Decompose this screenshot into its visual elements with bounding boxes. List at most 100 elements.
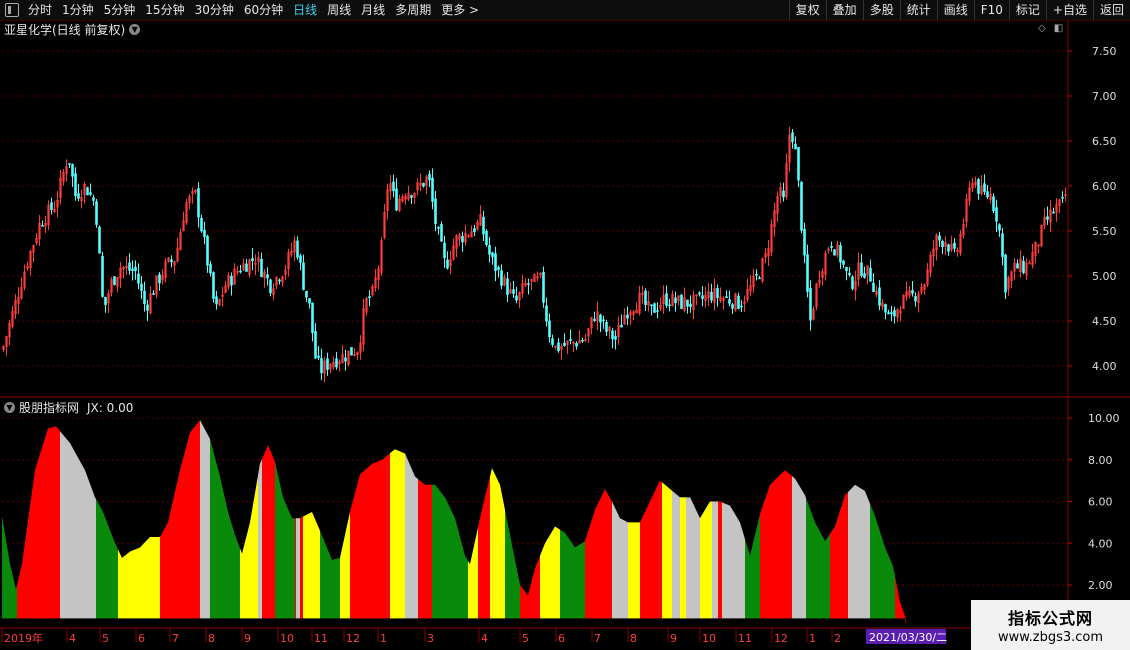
candle-body <box>728 299 731 304</box>
candle-body <box>938 235 941 241</box>
date-tick-label: 10 <box>702 632 716 645</box>
candle-body <box>428 173 431 181</box>
candle-body <box>266 274 269 279</box>
candle-body <box>548 320 551 338</box>
indicator-segment <box>17 426 60 619</box>
candle-body <box>146 304 149 311</box>
indicator-segment <box>662 482 672 619</box>
candle-body <box>563 342 566 346</box>
candle-body <box>41 225 44 227</box>
candle-body <box>545 305 548 322</box>
indicator-segment <box>478 476 490 619</box>
candle-body <box>368 296 371 299</box>
candle-body <box>569 339 572 341</box>
date-tick-label: 11 <box>314 632 328 645</box>
candle-body <box>308 298 311 304</box>
date-tick-label: 10 <box>280 632 294 645</box>
candle-body <box>101 255 104 297</box>
candle-body <box>644 290 647 305</box>
candle-body <box>731 304 734 309</box>
price-tick-label: 7.50 <box>1092 45 1117 58</box>
indicator-segment <box>96 499 118 619</box>
candle-body <box>278 279 281 282</box>
candle-body <box>431 177 434 202</box>
candle-body <box>794 143 797 150</box>
candle-body <box>890 312 893 315</box>
candle-body <box>791 132 794 143</box>
date-tick-label: 7 <box>172 632 179 645</box>
candle-body <box>869 267 872 282</box>
candle-body <box>500 270 503 286</box>
indicator-segment <box>118 536 160 619</box>
candle-body <box>809 288 812 321</box>
candle-body <box>170 259 173 263</box>
candle-body <box>473 228 476 233</box>
candle-body <box>992 196 995 211</box>
indicator-segment <box>520 555 540 619</box>
candle-body <box>686 299 689 307</box>
candle-body <box>884 304 887 313</box>
date-tick-label: 1 <box>380 632 387 645</box>
candle-body <box>251 258 254 262</box>
candle-body <box>605 322 608 332</box>
candle-body <box>239 270 242 273</box>
candle-body <box>887 312 890 315</box>
candle-body <box>872 282 875 292</box>
indicator-segment <box>405 453 418 619</box>
candle-body <box>542 272 545 303</box>
candle-body <box>395 188 398 211</box>
candle-body <box>128 262 131 271</box>
candle-body <box>800 181 803 231</box>
candle-body <box>680 294 683 309</box>
candle-body <box>620 324 623 328</box>
candle-body <box>212 272 215 299</box>
indicator-segment <box>895 576 906 627</box>
candle-body <box>914 296 917 302</box>
candle-body <box>317 355 320 358</box>
candle-body <box>206 235 209 266</box>
candle-body <box>893 310 896 317</box>
candle-body <box>494 253 497 271</box>
indicator-segment <box>585 488 612 619</box>
candle-body <box>941 240 944 248</box>
price-tick-label: 6.00 <box>1092 180 1117 193</box>
date-tick-label: 6 <box>558 632 565 645</box>
indicator-segment <box>540 526 560 619</box>
candle-body <box>134 266 137 272</box>
candle-body <box>77 193 80 199</box>
candle-body <box>143 290 146 305</box>
indicator-segment <box>200 420 210 619</box>
candle-body <box>326 358 329 370</box>
candle-body <box>665 293 668 306</box>
date-tick-label: 4 <box>69 632 76 645</box>
candle-body <box>710 292 713 301</box>
chart-canvas[interactable]: 7.50 7.00 6.50 6.00 5.50 5.00 4.50 4.00 10.00 8.0… <box>0 0 1130 650</box>
indicator-segment <box>350 453 390 619</box>
indicator-segment <box>320 530 340 619</box>
candle-body <box>104 296 107 305</box>
candle-body <box>89 192 92 195</box>
watermark-logo: 指标公式网 www.zbgs3.com <box>971 600 1130 650</box>
date-tick-label: 12 <box>346 632 360 645</box>
candle-body <box>434 198 437 224</box>
candle-body <box>305 290 308 298</box>
date-tick-label: 8 <box>630 632 637 645</box>
price-tick-label: 4.50 <box>1092 315 1117 328</box>
candle-body <box>95 201 98 225</box>
indicator-stripe <box>718 501 722 619</box>
candle-body <box>335 358 338 368</box>
indicator-segment <box>2 516 17 619</box>
candle-body <box>506 278 509 295</box>
candle-body <box>557 342 560 352</box>
candle-body <box>599 314 602 323</box>
indicator-segment <box>612 501 628 619</box>
candle-body <box>860 262 863 276</box>
candle-body <box>113 276 116 285</box>
indicator-segment <box>450 507 468 619</box>
candle-body <box>344 357 347 362</box>
candle-body <box>947 244 950 252</box>
candle-body <box>230 275 233 286</box>
candle-body <box>1052 211 1055 214</box>
candle-body <box>302 262 305 290</box>
candle-body <box>215 296 218 305</box>
